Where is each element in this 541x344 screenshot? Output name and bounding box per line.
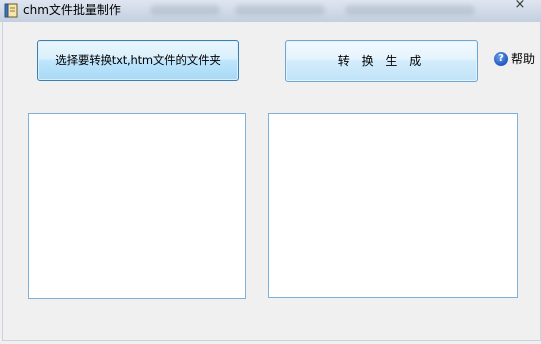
app-window: chm文件批量制作 × 选择要转换txt,htm文件的文件夹 转 换 生 成 ?… <box>0 0 541 344</box>
question-circle-icon: ? <box>494 52 508 66</box>
window-title: chm文件批量制作 <box>23 3 121 17</box>
output-file-list[interactable] <box>268 113 518 298</box>
title-bar-background-blur <box>235 5 325 15</box>
title-bar-background-blur <box>345 5 475 15</box>
help-label: 帮助 <box>511 52 536 66</box>
select-folder-button[interactable]: 选择要转换txt,htm文件的文件夹 <box>37 40 239 81</box>
close-icon[interactable]: × <box>513 0 527 14</box>
convert-generate-button[interactable]: 转 换 生 成 <box>285 40 478 82</box>
source-file-list[interactable] <box>28 113 246 299</box>
book-icon <box>4 3 18 18</box>
title-bar[interactable]: chm文件批量制作 × <box>0 0 541 22</box>
title-bar-background-blur <box>150 5 220 15</box>
client-area: 选择要转换txt,htm文件的文件夹 转 换 生 成 ? 帮助 <box>2 22 541 341</box>
